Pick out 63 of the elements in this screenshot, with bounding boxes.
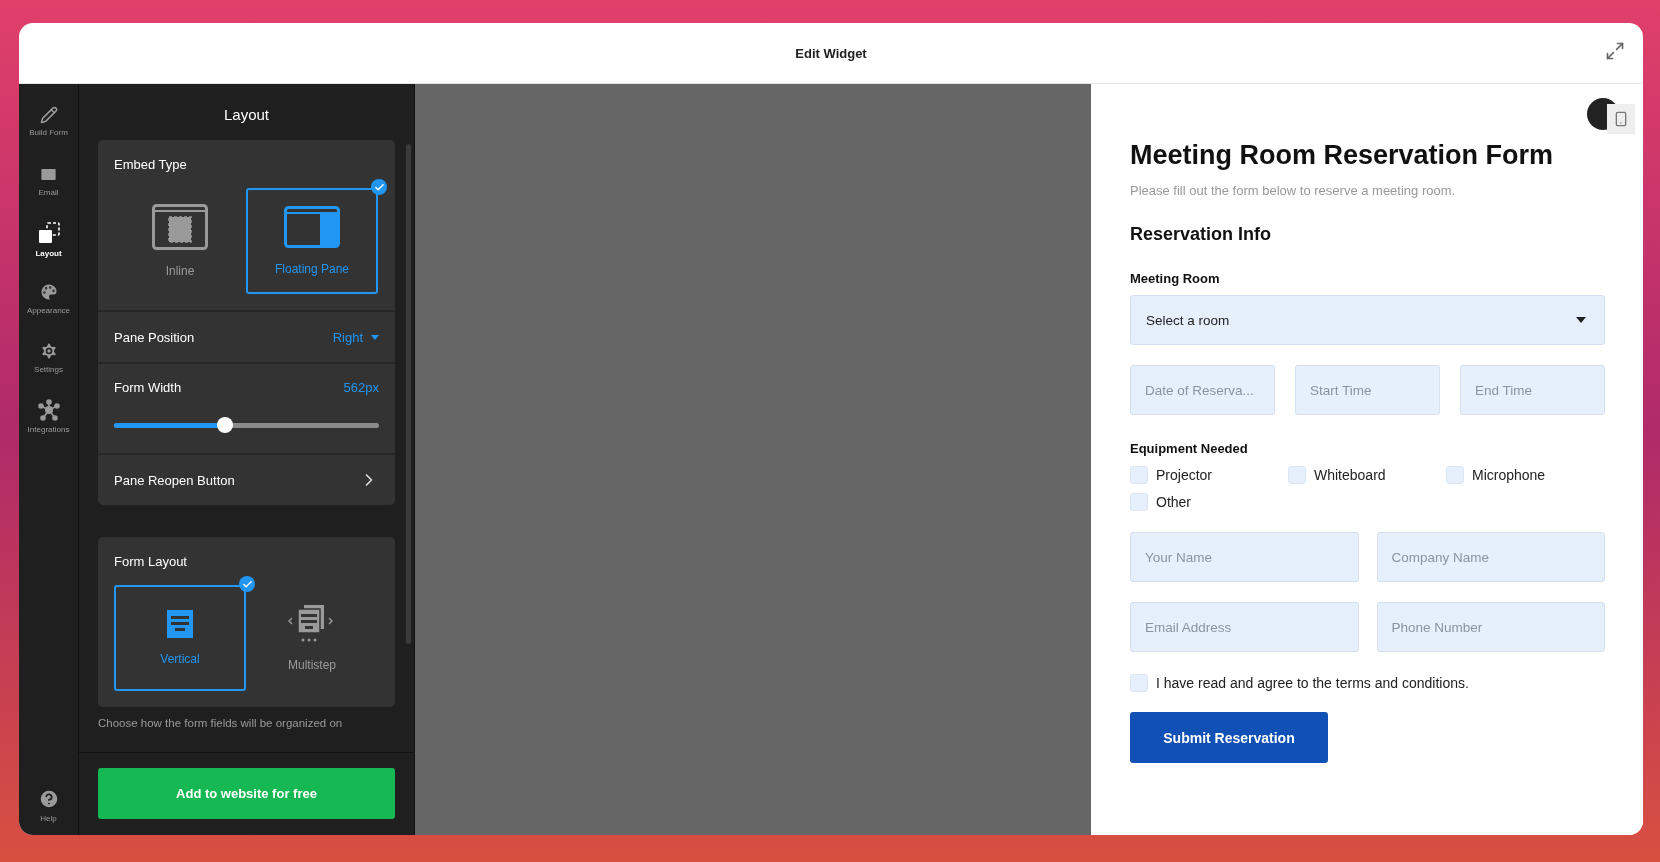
checkbox[interactable] <box>1130 466 1148 484</box>
input-field[interactable]: Start Time <box>1295 365 1440 415</box>
sidebar-item[interactable]: Appearance <box>19 269 78 328</box>
checkbox[interactable] <box>1288 466 1306 484</box>
check-icon <box>239 576 255 592</box>
checkbox-label: Whiteboard <box>1314 467 1386 483</box>
room-select[interactable]: Select a room <box>1130 295 1605 345</box>
phone-icon <box>1613 111 1629 127</box>
input-field[interactable]: Email Address <box>1130 602 1359 652</box>
layout-option[interactable]: Floating Pane <box>246 188 378 294</box>
checkbox-label: I have read and agree to the terms and conditions. <box>1156 675 1469 691</box>
input-field[interactable]: Your Name <box>1130 532 1359 582</box>
slider-thumb[interactable] <box>217 417 234 433</box>
checkbox-label: Other <box>1156 494 1191 510</box>
layout-option[interactable]: Vertical <box>114 585 246 691</box>
palette-icon <box>38 282 59 302</box>
form-subtitle: Please fill out the form below to reserve a meeting room. <box>1130 183 1457 198</box>
sidebar-item[interactable]: Settings <box>19 328 78 387</box>
pencil-icon <box>39 106 58 124</box>
layout-option[interactable]: Multistep <box>246 585 378 691</box>
sidebar-item[interactable]: Layout <box>19 210 78 269</box>
setting-label: Pane Reopen Button <box>114 472 235 488</box>
help-button[interactable]: Help <box>19 776 78 835</box>
panel-title: Layout <box>222 105 270 125</box>
width-slider[interactable] <box>114 417 379 433</box>
sidebar-item[interactable]: Email <box>19 151 78 210</box>
position-dropdown[interactable]: Right <box>332 329 379 345</box>
card-title: Embed Type <box>113 156 188 174</box>
input-field[interactable]: Company Name <box>1376 532 1605 582</box>
checkbox[interactable] <box>1130 493 1148 511</box>
check-icon <box>371 179 387 195</box>
sidebar-item[interactable]: Build Form <box>19 92 78 151</box>
setting-label: Pane Position <box>114 329 195 345</box>
checkbox-label: Projector <box>1156 467 1213 483</box>
window-title: Edit Widget <box>795 45 867 61</box>
layout-option[interactable]: Inline <box>114 188 246 294</box>
submit-button[interactable]: Submit Reservation <box>1130 712 1328 763</box>
checkbox-label: Microphone <box>1472 467 1546 483</box>
checkbox[interactable] <box>1130 674 1148 692</box>
input-field[interactable]: End Time <box>1460 365 1605 415</box>
field-label: Meeting Room <box>1130 271 1221 286</box>
checkbox[interactable] <box>1446 466 1464 484</box>
input-field[interactable]: Date of Reserva... <box>1130 365 1275 415</box>
help-icon <box>37 788 60 810</box>
form-title: Meeting Room Reservation Form <box>1130 140 1555 171</box>
help-text: Choose how the form fields will be organized on <box>98 717 344 729</box>
scrollbar[interactable] <box>406 144 411 644</box>
field-label: Equipment Needed <box>1130 441 1249 456</box>
expand-button[interactable] <box>1605 41 1625 61</box>
mobile-view-button[interactable] <box>1607 104 1635 134</box>
side-pane-icon <box>284 206 340 248</box>
form-rows-icon <box>167 610 193 638</box>
caret-icon <box>1576 317 1586 323</box>
inline-embed-icon <box>152 204 208 250</box>
section-title: Reservation Info <box>1130 224 1273 245</box>
nodes-icon <box>37 399 60 421</box>
input-field[interactable]: Phone Number <box>1376 602 1605 652</box>
caret-icon <box>371 334 379 340</box>
layout-icon <box>36 221 61 245</box>
sidebar-item[interactable]: Integrations <box>19 387 78 446</box>
width-value: 562px <box>343 380 379 395</box>
setting-label: Form Width <box>114 380 182 395</box>
card-title: Form Layout <box>113 553 188 571</box>
